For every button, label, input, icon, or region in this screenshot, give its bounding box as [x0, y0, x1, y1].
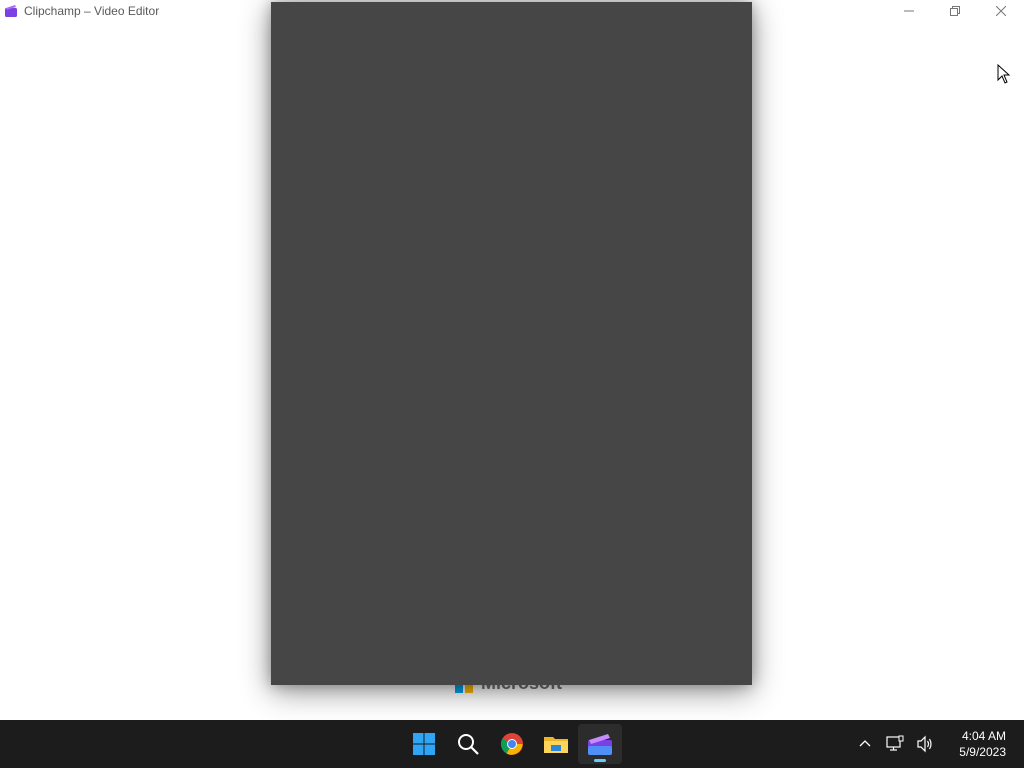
system-tray: 4:04 AM 5/9/2023 [850, 720, 1024, 768]
show-hidden-icons-button[interactable] [853, 732, 877, 756]
taskbar-clipchamp[interactable] [578, 724, 622, 764]
minimize-button[interactable] [886, 0, 932, 22]
chevron-up-icon [859, 740, 871, 747]
close-button[interactable] [978, 0, 1024, 22]
volume-button[interactable] [913, 732, 937, 756]
file-explorer-icon [544, 737, 568, 753]
taskbar-file-explorer[interactable] [534, 724, 578, 764]
network-button[interactable] [883, 732, 907, 756]
taskbar-apps [402, 720, 622, 768]
taskbar: 4:04 AM 5/9/2023 [0, 720, 1024, 768]
taskbar-clock[interactable]: 4:04 AM 5/9/2023 [946, 728, 1006, 760]
taskbar-search-button[interactable] [446, 724, 490, 764]
mouse-cursor-icon [997, 64, 1011, 84]
clipchamp-icon [5, 5, 17, 17]
start-button[interactable] [402, 724, 446, 764]
search-icon [458, 734, 479, 755]
sign-in-dialog [271, 2, 752, 685]
restore-button[interactable] [932, 0, 978, 22]
volume-icon [917, 735, 932, 753]
minimize-icon [904, 10, 914, 12]
start-icon [413, 733, 435, 755]
taskbar-chrome[interactable] [490, 724, 534, 764]
window-title: Clipchamp – Video Editor [24, 4, 160, 18]
clock-time: 4:04 AM [961, 729, 1006, 743]
network-icon [886, 735, 904, 751]
clock-date: 5/9/2023 [959, 745, 1006, 759]
close-icon [996, 6, 1006, 16]
restore-icon [950, 6, 960, 16]
window-controls [886, 0, 1024, 22]
chrome-icon [501, 733, 523, 755]
clipchamp-icon [588, 734, 612, 755]
